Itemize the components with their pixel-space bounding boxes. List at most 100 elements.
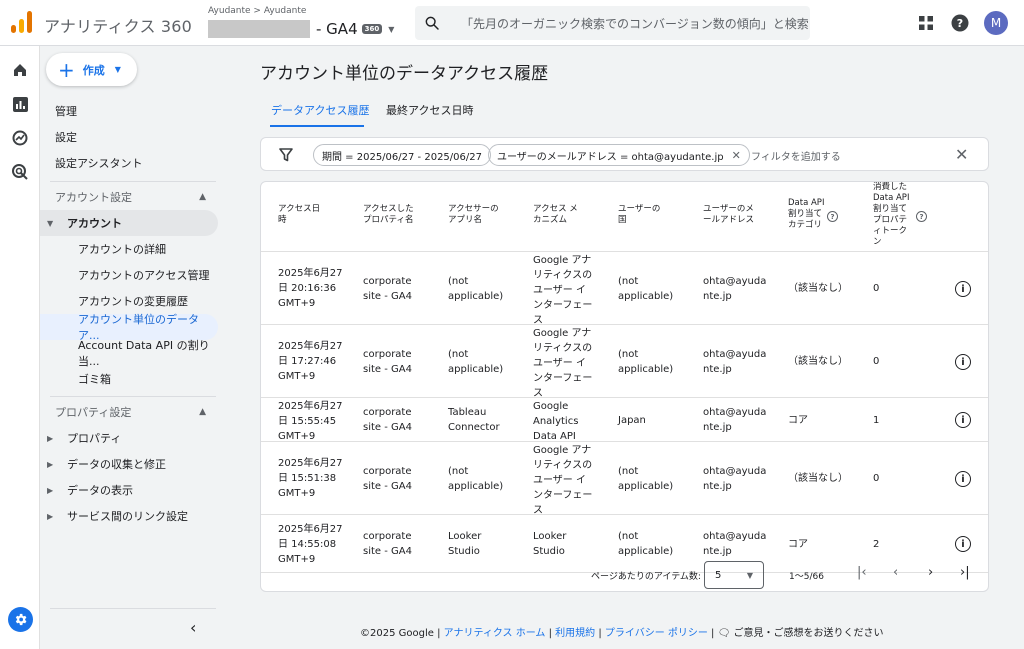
sidebar-item-data-collection[interactable]: ▶ データの収集と修正 (40, 451, 218, 477)
active-tab-indicator (270, 125, 364, 127)
clear-filters-icon[interactable]: ✕ (955, 145, 968, 164)
close-icon[interactable]: ✕ (732, 149, 741, 162)
caret-right-icon: ▶ (47, 485, 54, 495)
add-filter-button[interactable]: フィルタを追加する (751, 148, 841, 163)
sidebar-item-trash[interactable]: ゴミ箱 (40, 366, 218, 392)
sidebar-item-property[interactable]: ▶ プロパティ (40, 425, 218, 451)
sidebar: + 作成 ▼ 管理 設定 設定アシスタント アカウント設定 ▲ ▼ アカウント … (40, 46, 226, 649)
sidebar-item-admin[interactable]: 管理 (40, 98, 218, 124)
table-cell-quota-category: コア (788, 539, 808, 550)
info-icon[interactable]: i (955, 471, 971, 487)
divider (50, 608, 216, 609)
caret-right-icon: ▶ (47, 433, 54, 443)
first-page-icon[interactable]: |‹ (857, 565, 867, 580)
table-cell-access-mechanism: Google アナ リティクスの ユーザー イ ンターフェー ス (533, 445, 593, 516)
next-page-icon[interactable]: › (928, 565, 933, 580)
help-icon[interactable]: ? (916, 211, 927, 222)
table-cell-user-email: ohta@ayuda nte.jp (703, 466, 767, 492)
last-page-icon[interactable]: ›| (960, 565, 970, 580)
data-access-table: アクセス日 時 アクセスした プロパティ名 アクセサーの アプリ名 アクセス メ カニ… (260, 181, 989, 592)
section-property-settings[interactable]: プロパティ設定 ▲ (40, 399, 218, 425)
divider (50, 396, 216, 397)
table-cell-access-time: 2025年6月27 日 17:27:46 GMT+9 (278, 341, 343, 382)
info-icon[interactable]: i (955, 281, 971, 297)
sidebar-item-account-access[interactable]: アカウントのアクセス管理 (40, 262, 218, 288)
item-label: データの表示 (67, 484, 133, 497)
table-cell-user-email: ohta@ayuda nte.jp (703, 531, 767, 557)
tab-data-access-history[interactable]: データアクセス履歴 (271, 102, 369, 126)
app-name: アナリティクス 360 (44, 17, 193, 36)
sidebar-item-settings[interactable]: 設定 (40, 124, 218, 150)
tab-last-access-time[interactable]: 最終アクセス日時 (386, 102, 473, 126)
help-icon[interactable]: ? (827, 211, 838, 222)
privacy-link[interactable]: プライバシー ポリシー (605, 628, 708, 639)
chip-label: ユーザーのメールアドレス = ohta@ayudante.jp (497, 151, 724, 163)
home-icon[interactable] (10, 60, 30, 80)
help-icon[interactable]: ? (950, 13, 970, 33)
section-account-settings[interactable]: アカウント設定 ▲ (40, 184, 218, 210)
page-title: アカウント単位のデータアクセス履歴 (260, 64, 549, 84)
table-cell-quota-category: コア (788, 415, 808, 426)
caret-right-icon: ▶ (47, 459, 54, 469)
create-button[interactable]: + 作成 ▼ (46, 53, 137, 86)
explore-icon[interactable] (10, 128, 30, 148)
svg-text:?: ? (957, 17, 963, 30)
search-icon (415, 15, 449, 31)
items-per-page-select[interactable]: 5 ▼ (704, 561, 764, 589)
caret-down-icon: ▼ (114, 65, 121, 74)
analytics-home-link[interactable]: アナリティクス ホーム (444, 628, 546, 639)
property-selector[interactable]: - GA4 360 ▼ (208, 19, 394, 39)
analytics-logo-icon[interactable] (11, 11, 33, 33)
section-label: アカウント設定 (55, 191, 132, 204)
sidebar-item-data-display[interactable]: ▶ データの表示 (40, 477, 218, 503)
table-cell-access-mechanism: Looker Studio (533, 531, 567, 557)
table-cell-access-time: 2025年6月27 日 15:55:45 GMT+9 (278, 401, 343, 442)
caret-down-icon: ▼ (746, 570, 753, 580)
collapse-sidebar-icon[interactable]: ‹ (190, 618, 196, 637)
table-cell-user-email: ohta@ayuda nte.jp (703, 407, 767, 433)
redacted-property-name (208, 20, 310, 38)
sidebar-group-account[interactable]: ▼ アカウント (40, 210, 218, 236)
sidebar-item-setup-assistant[interactable]: 設定アシスタント (40, 150, 218, 176)
filter-icon[interactable] (279, 147, 293, 166)
info-icon[interactable]: i (955, 412, 971, 428)
top-bar: アナリティクス 360 Ayudante > Ayudante - GA4 36… (0, 0, 1024, 46)
filter-chip-date-range[interactable]: 期間 = 2025/06/27 - 2025/06/27 (313, 144, 491, 166)
search-bar[interactable]: 「先月のオーガニック検索でのコンバージョン数の傾向」と検索... (415, 6, 810, 40)
table-row: 2025年6月27 日 14:55:08 GMT+9 corporate site… (261, 514, 988, 572)
table-cell-access-time: 2025年6月27 日 14:55:08 GMT+9 (278, 524, 343, 565)
table-cell-access-mechanism: Google アナ リティクスの ユーザー イ ンターフェー ス (533, 255, 593, 326)
filter-chip-user-email[interactable]: ユーザーのメールアドレス = ohta@ayudante.jp ✕ (488, 144, 750, 166)
column-header-property-name: アクセスした プロパティ名 (363, 204, 414, 225)
reports-icon[interactable] (10, 94, 30, 114)
table-cell-access-time: 2025年6月27 日 15:51:38 GMT+9 (278, 458, 343, 499)
info-icon[interactable]: i (955, 536, 971, 552)
table-cell-quota-category: （該当なし） (788, 283, 848, 294)
table-cell-quota-category: （該当なし） (788, 356, 848, 367)
table-cell-property-name: corporate site - GA4 (363, 407, 412, 433)
advertising-icon[interactable] (10, 162, 30, 182)
avatar[interactable]: M (984, 11, 1008, 35)
feedback-icon[interactable]: 🗨 (718, 628, 731, 639)
table-row: 2025年6月27 日 17:27:46 GMT+9 corporate site… (261, 324, 988, 399)
sidebar-item-product-links[interactable]: ▶ サービス間のリンク設定 (40, 503, 218, 529)
column-header-user-country: ユーザーの 国 (618, 204, 661, 225)
feedback-link[interactable]: ご意見・ご感想をお送りください (734, 628, 884, 639)
badge-360: 360 (361, 24, 383, 34)
column-header-user-email: ユーザーのメ ールアドレス (703, 204, 755, 225)
item-label: プロパティ (67, 432, 122, 445)
sidebar-item-account-details[interactable]: アカウントの詳細 (40, 236, 218, 262)
create-label: 作成 (82, 63, 105, 77)
apps-grid-icon[interactable] (916, 13, 936, 33)
info-icon[interactable]: i (955, 354, 971, 370)
sidebar-item-account-data-api-quota[interactable]: Account Data API の割り当... (40, 339, 218, 368)
column-header-quota-category: Data API 割り当て カテゴリ (788, 198, 825, 230)
terms-link[interactable]: 利用規約 (555, 628, 595, 639)
admin-gear-icon[interactable] (8, 607, 33, 632)
table-cell-app-name: Tableau Connector (448, 407, 500, 433)
previous-page-icon[interactable]: ‹ (893, 565, 898, 580)
table-cell-property-name: corporate site - GA4 (363, 531, 412, 557)
table-cell-consumed-tokens: 2 (873, 539, 880, 550)
table-cell-app-name: (not applicable) (448, 349, 504, 375)
search-input[interactable]: 「先月のオーガニック検索でのコンバージョン数の傾向」と検索... (461, 15, 809, 32)
